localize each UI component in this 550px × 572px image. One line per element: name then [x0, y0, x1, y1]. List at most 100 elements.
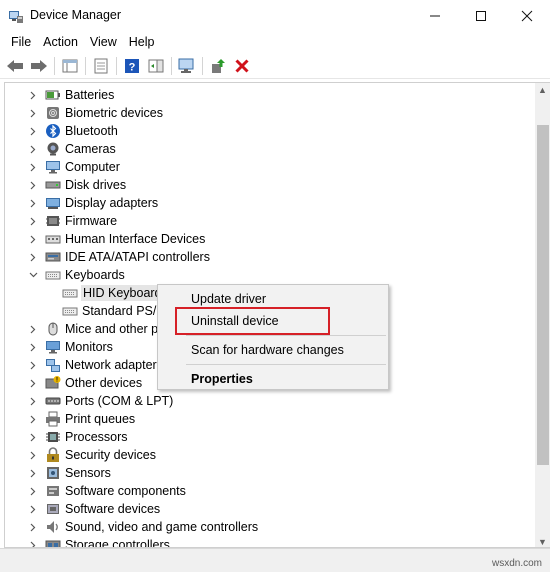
tree-category-row[interactable]: Batteries [5, 86, 525, 104]
chevron-right-icon[interactable] [28, 410, 38, 428]
other-devices-icon: ! [45, 376, 61, 389]
chevron-right-icon[interactable] [28, 248, 38, 266]
tree-category-row[interactable]: Storage controllers [5, 536, 525, 547]
tree-item-label: Software devices [65, 502, 161, 516]
mouse-icon [48, 322, 58, 336]
scan-hardware-toolbar-button[interactable] [176, 55, 198, 77]
keyboard-icon [62, 289, 78, 298]
tree-category-row[interactable]: Processors [5, 428, 525, 446]
printer-icon [46, 411, 60, 427]
tree-item-label: Biometric devices [65, 106, 163, 120]
close-icon [521, 10, 533, 22]
tree-category-row[interactable]: Display adapters [5, 194, 525, 212]
menu-scan-hardware[interactable]: Scan for hardware changes [158, 339, 388, 361]
tree-category-row[interactable]: Security devices [5, 446, 525, 464]
software-component-icon [47, 486, 59, 496]
action-pane-button[interactable] [145, 55, 167, 77]
toolbar-separator [202, 56, 203, 75]
tree-item-label: Human Interface Devices [65, 232, 206, 246]
chevron-right-icon[interactable] [28, 518, 38, 536]
tree-item-label: Computer [65, 160, 120, 174]
tree-category-row[interactable]: Human Interface Devices [5, 230, 525, 248]
chevron-right-icon[interactable] [28, 482, 38, 500]
chevron-right-icon[interactable] [28, 194, 38, 212]
update-driver-toolbar-button[interactable] [207, 55, 229, 77]
tree-category-row[interactable]: Computer [5, 158, 525, 176]
tree-category-row[interactable]: IDE ATA/ATAPI controllers [5, 248, 525, 266]
menu-separator [186, 335, 386, 336]
chevron-right-icon[interactable] [28, 392, 38, 410]
bluetooth-icon [46, 124, 60, 138]
tree-category-row[interactable]: Disk drives [5, 176, 525, 194]
uninstall-device-toolbar-button[interactable] [231, 55, 253, 77]
close-button[interactable] [504, 0, 550, 32]
device-manager-icon [9, 11, 23, 23]
ide-controller-icon [45, 252, 61, 262]
tree-category-row[interactable]: Biometric devices [5, 104, 525, 122]
camera-icon [47, 142, 59, 156]
minimize-button[interactable] [412, 0, 458, 32]
chevron-right-icon[interactable] [28, 338, 38, 356]
back-arrow-icon [7, 59, 23, 72]
chevron-right-icon[interactable] [28, 122, 38, 140]
chevron-right-icon[interactable] [28, 176, 38, 194]
menu-action[interactable]: Action [37, 32, 84, 52]
menu-file[interactable]: File [5, 32, 37, 52]
console-tree-icon [62, 59, 78, 72]
biometric-icon [47, 107, 59, 119]
software-device-icon [47, 504, 59, 514]
chevron-right-icon[interactable] [28, 86, 38, 104]
chevron-right-icon[interactable] [28, 500, 38, 518]
chevron-right-icon[interactable] [28, 230, 38, 248]
tree-category-row[interactable]: Sound, video and game controllers [5, 518, 525, 536]
forward-button[interactable] [28, 55, 50, 77]
chevron-right-icon[interactable] [28, 158, 38, 176]
maximize-button[interactable] [458, 0, 504, 32]
chevron-right-icon[interactable] [28, 320, 38, 338]
tree-category-row[interactable]: Software components [5, 482, 525, 500]
computer-icon [46, 161, 60, 174]
scroll-up-icon[interactable]: ▲ [538, 85, 547, 95]
show-hide-console-tree-button[interactable] [59, 55, 81, 77]
tree-category-row[interactable]: Firmware [5, 212, 525, 230]
sensor-icon [47, 467, 59, 479]
chevron-right-icon[interactable] [28, 104, 38, 122]
tree-item-label: Standard PS/2 [82, 304, 164, 318]
sound-icon [47, 521, 58, 533]
chevron-right-icon[interactable] [28, 140, 38, 158]
keyboard-icon [62, 307, 78, 316]
back-button[interactable] [4, 55, 26, 77]
chevron-right-icon[interactable] [28, 212, 38, 230]
tree-item-label: Display adapters [65, 196, 159, 210]
menu-view[interactable]: View [84, 32, 123, 52]
vertical-scrollbar[interactable]: ▲ ▼ [535, 83, 550, 547]
chevron-down-icon[interactable] [28, 266, 38, 284]
tree-item-label: Other devices [65, 376, 143, 390]
tree-category-row[interactable]: Bluetooth [5, 122, 525, 140]
menu-properties-label: Properties [191, 372, 253, 386]
help-button[interactable]: ? [121, 55, 143, 77]
chevron-right-icon[interactable] [28, 428, 38, 446]
display-adapter-icon [46, 198, 60, 209]
storage-controller-icon [45, 540, 61, 547]
tree-category-row[interactable]: Ports (COM & LPT) [5, 392, 525, 410]
properties-toolbar-button[interactable] [90, 55, 112, 77]
scrollbar-thumb[interactable] [537, 125, 549, 465]
menu-scan-hardware-label: Scan for hardware changes [191, 343, 344, 357]
tree-category-row[interactable]: Print queues [5, 410, 525, 428]
tree-item-label: HID Keyboard [81, 285, 164, 301]
chevron-right-icon[interactable] [28, 446, 38, 464]
chevron-right-icon[interactable] [28, 536, 38, 547]
menu-properties[interactable]: Properties [158, 368, 388, 390]
tree-category-row[interactable]: Software devices [5, 500, 525, 518]
battery-icon [45, 90, 60, 100]
firmware-icon [46, 216, 60, 226]
chevron-right-icon[interactable] [28, 374, 38, 392]
menu-help[interactable]: Help [123, 32, 161, 52]
tree-category-row[interactable]: Cameras [5, 140, 525, 158]
tree-category-row[interactable]: Sensors [5, 464, 525, 482]
scroll-down-icon[interactable]: ▼ [538, 537, 547, 547]
chevron-right-icon[interactable] [28, 356, 38, 374]
chevron-right-icon[interactable] [28, 464, 38, 482]
tree-category-row[interactable]: Keyboards [5, 266, 525, 284]
